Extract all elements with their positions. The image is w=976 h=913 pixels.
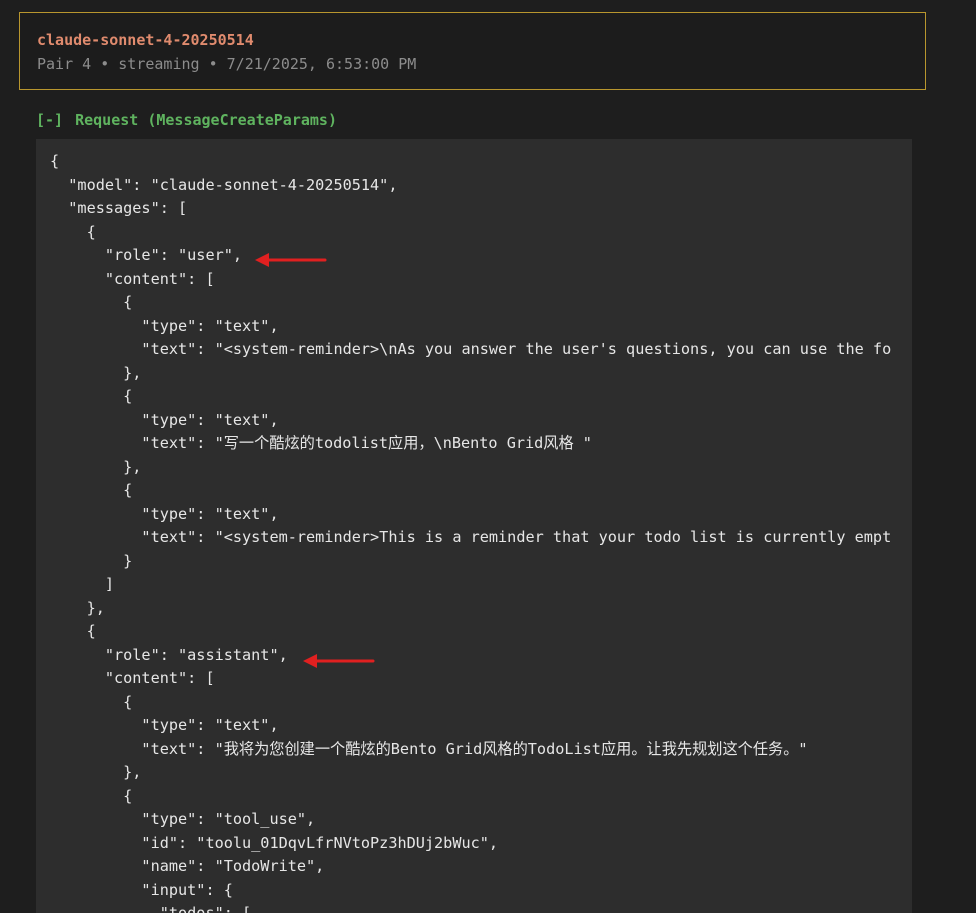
code-line: "role": "user", <box>50 246 243 264</box>
code-line: "type": "text", <box>50 504 279 523</box>
code-line: "type": "text", <box>50 410 279 429</box>
collapse-toggle[interactable]: [-] <box>36 111 63 129</box>
code-line: "text": "我将为您创建一个酷炫的Bento Grid风格的TodoLis… <box>50 739 808 758</box>
code-line: "type": "text", <box>50 716 279 734</box>
code-line: }, <box>50 598 105 617</box>
code-line: "content": [ <box>50 669 215 687</box>
pair-meta: Pair 4 • streaming • 7/21/2025, 6:53:00 … <box>37 55 417 73</box>
code-line: "messages": [ <box>50 199 188 217</box>
code-line: "todos": [ <box>50 904 252 913</box>
request-json-viewer[interactable]: { "model": "claude-sonnet-4-20250514", "… <box>36 139 912 913</box>
code-line: }, <box>50 457 142 476</box>
red-arrow-assistant-annotation-icon <box>303 654 375 668</box>
code-line: { <box>50 622 96 640</box>
code-line: { <box>50 786 133 805</box>
code-line: "id": "toolu_01DqvLfrNVtoPz3hDUj2bWuc", <box>50 833 499 852</box>
code-line: { <box>50 152 60 170</box>
red-arrow-user-annotation-icon <box>255 253 327 267</box>
code-line: { <box>50 481 133 499</box>
code-line: "model": "claude-sonnet-4-20250514", <box>50 175 398 194</box>
code-line: "type": "text", <box>50 316 279 335</box>
request-section-title: Request (MessageCreateParams) <box>75 111 337 129</box>
code-line: "input": { <box>50 880 233 899</box>
code-line: { <box>50 692 133 711</box>
message-header: claude-sonnet-4-20250514 Pair 4 • stream… <box>19 12 926 90</box>
code-line: "type": "tool_use", <box>50 810 316 828</box>
code-line: "text": "<system-reminder>This is a remi… <box>50 528 892 546</box>
code-line: "role": "assistant", <box>50 645 288 664</box>
code-line: "name": "TodoWrite", <box>50 857 325 875</box>
code-line: }, <box>50 763 142 781</box>
code-line: "text": "<system-reminder>\nAs you answe… <box>50 340 892 358</box>
code-line: { <box>50 293 133 311</box>
code-line: "content": [ <box>50 269 215 288</box>
request-section-toggle[interactable]: [-] Request (MessageCreateParams) <box>36 111 337 129</box>
code-line: { <box>50 387 133 405</box>
code-line: }, <box>50 363 142 382</box>
code-line: { <box>50 222 96 241</box>
code-line: "text": "写一个酷炫的todolist应用，\nBento Grid风格… <box>50 434 592 452</box>
code-line: ] <box>50 575 115 593</box>
right-gutter <box>913 139 976 913</box>
model-name: claude-sonnet-4-20250514 <box>37 31 254 49</box>
code-line: } <box>50 551 133 570</box>
